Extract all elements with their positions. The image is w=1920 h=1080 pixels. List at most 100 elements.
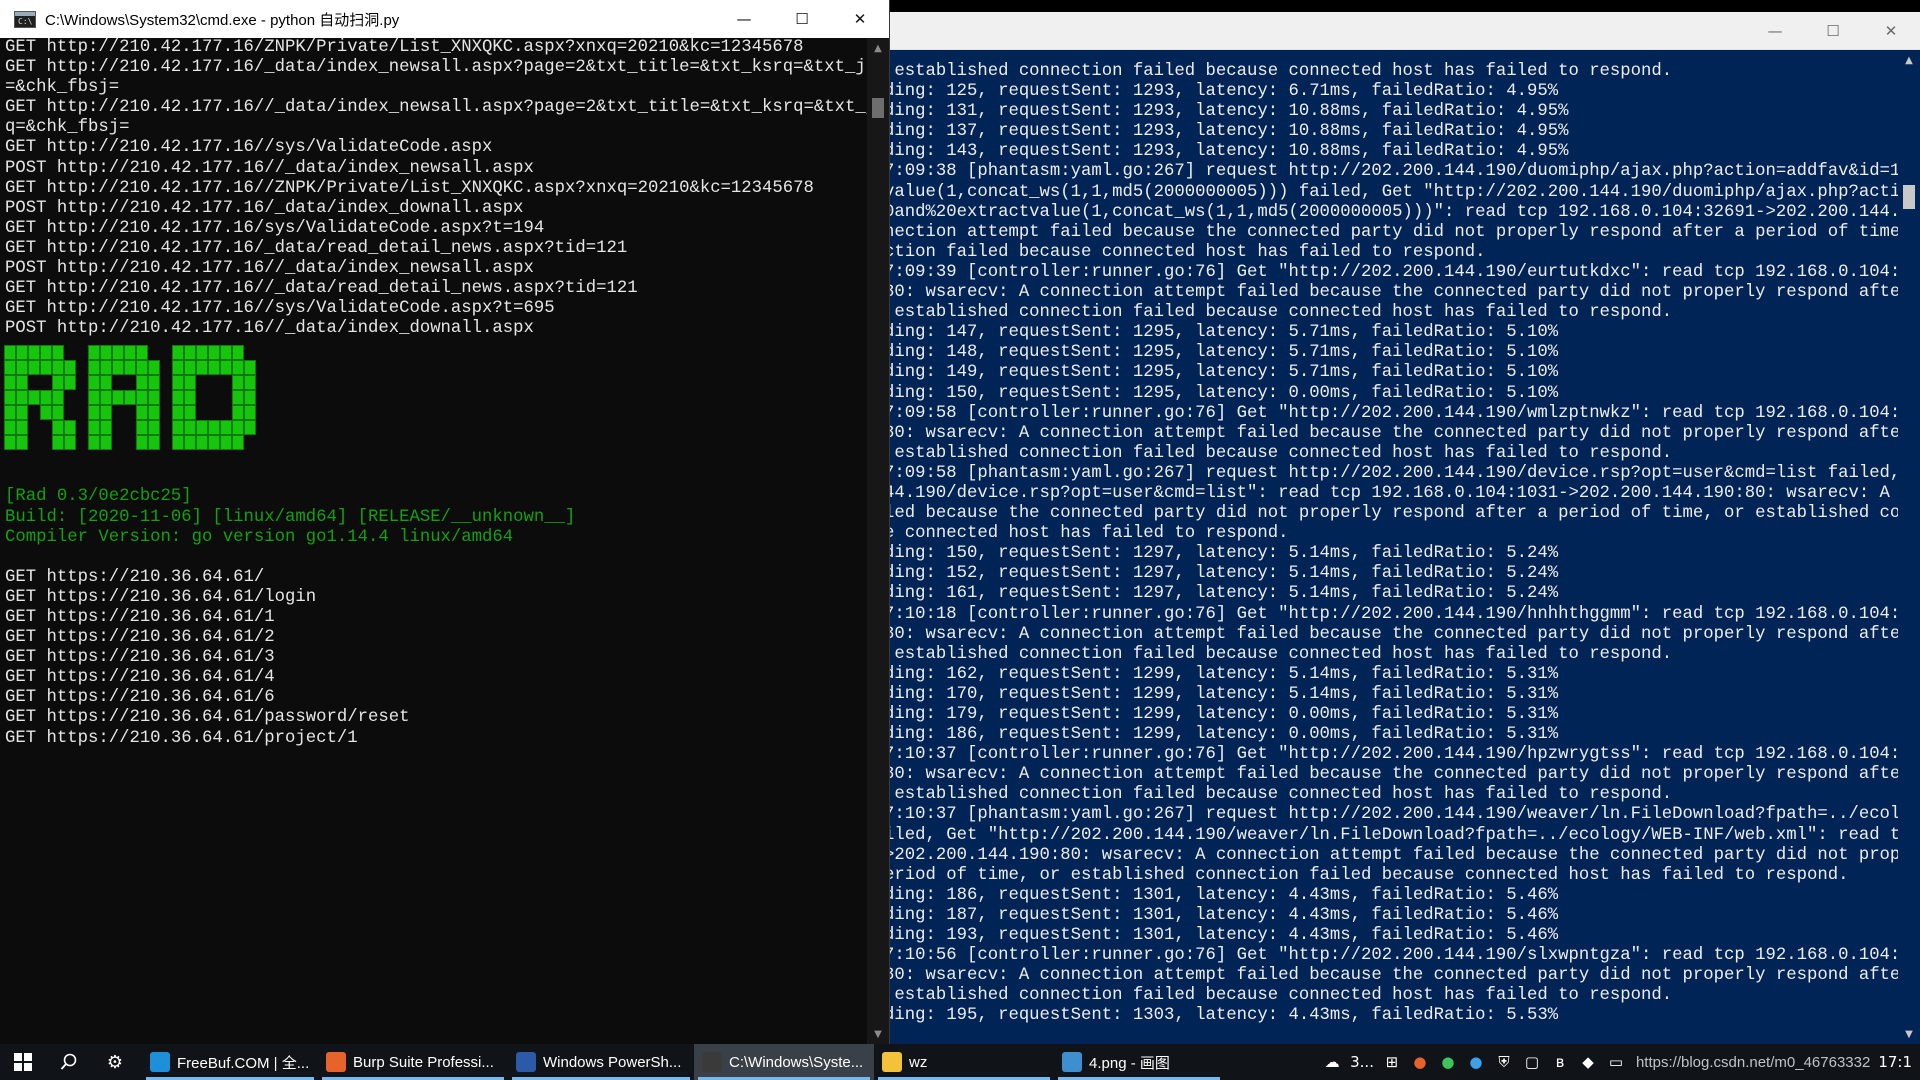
console-line: 7:09:58 [controller:runner.go:76] Get "h… — [890, 403, 1898, 423]
logo-block — [172, 390, 184, 406]
console-line: eriod of time, or established connection… — [890, 865, 1849, 885]
logo-block — [4, 390, 16, 406]
console-line: GET http://210.42.177.16//_data/read_det… — [5, 279, 638, 299]
taskbar-app-edge[interactable]: FreeBuf.COM | 全... — [142, 1044, 318, 1080]
logo-block — [184, 405, 196, 421]
scrollbar-thumb[interactable] — [1903, 185, 1915, 209]
logo-block — [136, 435, 148, 451]
logo-block — [244, 360, 256, 376]
logo-block — [16, 390, 28, 406]
console-line: 7:10:37 [controller:runner.go:76] Get "h… — [890, 745, 1898, 765]
taskbar-app-cmd[interactable]: C:\Windows\Syste... — [694, 1044, 874, 1080]
logo-block — [16, 405, 28, 421]
console-line: POST http://210.42.177.16//_data/index_n… — [5, 259, 534, 279]
bluetooth-icon[interactable]: ʙ — [1546, 1044, 1574, 1080]
logo-block — [100, 360, 112, 376]
defender-icon[interactable]: ◆ — [1574, 1044, 1602, 1080]
powershell-scrollbar[interactable]: ▲ ▼ — [1898, 50, 1920, 1044]
console-line: ding: 149, requestSent: 1295, latency: 5… — [890, 363, 1559, 383]
logo-block — [172, 375, 184, 391]
logo-block — [4, 420, 16, 436]
taskbar-app-folder[interactable]: wz — [874, 1044, 1054, 1080]
minimize-button[interactable]: — — [1746, 12, 1804, 50]
clock[interactable]: 17:1 — [1878, 1044, 1920, 1080]
console-line: GET https://210.36.64.61/2 — [5, 628, 275, 648]
paint-icon — [1062, 1052, 1082, 1072]
logo-block — [112, 390, 124, 406]
console-line: ding: 193, requestSent: 1301, latency: 4… — [890, 926, 1559, 946]
logo-block — [124, 345, 136, 361]
console-line: value(1,concat_ws(1,1,md5(2000000005))) … — [890, 182, 1898, 202]
logo-block — [40, 345, 52, 361]
blue-app-icon[interactable]: ● — [1462, 1044, 1490, 1080]
scroll-down-arrow-icon[interactable]: ▼ — [867, 1024, 889, 1044]
logo-block — [52, 405, 64, 421]
maximize-button[interactable]: ☐ — [773, 0, 831, 38]
logo-block — [232, 420, 244, 436]
scan-log: GET https://210.36.64.61/GET https://210… — [0, 568, 868, 749]
cloud-icon[interactable]: ☁ — [1318, 1044, 1346, 1080]
scroll-down-arrow-icon[interactable]: ▼ — [1898, 1024, 1920, 1044]
green-app-icon[interactable]: ● — [1434, 1044, 1462, 1080]
console-line: established connection failed because co… — [890, 443, 1673, 463]
logo-block — [220, 360, 232, 376]
powershell-output[interactable]: established connection failed because co… — [890, 50, 1898, 1044]
logo-block — [232, 405, 244, 421]
scroll-up-arrow-icon[interactable]: ▲ — [1898, 50, 1920, 70]
cmd-scrollbar[interactable]: ▲ ▼ — [867, 38, 889, 1044]
logo-block — [148, 435, 160, 451]
logo-block — [184, 375, 196, 391]
windows-start-icon[interactable] — [0, 1044, 46, 1080]
battery-icon[interactable]: ▭ — [1602, 1044, 1630, 1080]
logo-block — [88, 390, 100, 406]
console-line: ding: 195, requestSent: 1303, latency: 4… — [890, 1006, 1559, 1026]
search-icon[interactable] — [46, 1044, 92, 1080]
cmd-titlebar[interactable]: C:\ C:\Windows\System32\cmd.exe - python… — [0, 0, 889, 38]
console-line: ding: 147, requestSent: 1295, latency: 5… — [890, 323, 1559, 343]
logo-block — [28, 345, 40, 361]
logo-block — [112, 360, 124, 376]
taskbar-app-burp[interactable]: Burp Suite Professi... — [318, 1044, 508, 1080]
logo-block — [148, 375, 160, 391]
console-line: GET https://210.36.64.61/ — [5, 567, 265, 587]
console-line: ding: 179, requestSent: 1299, latency: 0… — [890, 705, 1559, 724]
console-line: 7:10:37 [phantasm:yaml.go:267] request h… — [890, 805, 1898, 825]
close-button[interactable]: ✕ — [831, 0, 889, 38]
flame-icon[interactable]: ● — [1406, 1044, 1434, 1080]
powershell-titlebar[interactable]: — ☐ ✕ — [890, 12, 1920, 50]
cmd-window[interactable]: C:\ C:\Windows\System32\cmd.exe - python… — [0, 0, 890, 1044]
logo-block — [4, 360, 16, 376]
taskbar-app-powershell[interactable]: Windows PowerSh... — [508, 1044, 694, 1080]
console-line: GET http://210.42.177.16/ZNPK/Private/Li… — [5, 38, 804, 57]
minimize-button[interactable]: — — [715, 0, 773, 38]
logo-block — [196, 435, 208, 451]
logo-block — [220, 420, 232, 436]
request-log: GET http://210.42.177.16/ZNPK/Private/Li… — [0, 38, 868, 339]
scrollbar-thumb[interactable] — [872, 98, 884, 118]
console-line: ding: 148, requestSent: 1295, latency: 5… — [890, 343, 1559, 363]
tray-count[interactable]: 3... — [1346, 1044, 1378, 1080]
console-line: ding: 125, requestSent: 1293, latency: 6… — [890, 82, 1559, 102]
logo-block — [88, 405, 100, 421]
shield-icon[interactable]: ⛨ — [1490, 1044, 1518, 1080]
console-line: 44.190/device.rsp?opt=user&cmd=list": re… — [890, 483, 1898, 503]
logo-block — [136, 375, 148, 391]
logo-block — [88, 345, 100, 361]
close-button[interactable]: ✕ — [1862, 12, 1920, 50]
logo-block — [40, 390, 52, 406]
cmd-output[interactable]: GET http://210.42.177.16/ZNPK/Private/Li… — [0, 38, 868, 1044]
taskbar-app-paint[interactable]: 4.png - 画图 — [1054, 1044, 1224, 1080]
console-line: POST http://210.42.177.16//_data/index_d… — [5, 319, 534, 339]
console-line: 7:09:39 [controller:runner.go:76] Get "h… — [890, 262, 1898, 282]
logo-block — [52, 435, 64, 451]
scroll-up-arrow-icon[interactable]: ▲ — [867, 38, 889, 58]
logo-block — [244, 390, 256, 406]
clipboard-icon[interactable]: ▢ — [1518, 1044, 1546, 1080]
console-line: GET https://210.36.64.61/password/reset — [5, 708, 410, 728]
taskbar-app-label: wz — [909, 1053, 928, 1071]
powershell-window[interactable]: — ☐ ✕ established connection failed beca… — [890, 12, 1920, 1044]
settings-gear-icon[interactable]: ⚙ — [92, 1044, 138, 1080]
maximize-button[interactable]: ☐ — [1804, 12, 1862, 50]
logo-block — [208, 435, 220, 451]
network-grid-icon[interactable]: ⊞ — [1378, 1044, 1406, 1080]
